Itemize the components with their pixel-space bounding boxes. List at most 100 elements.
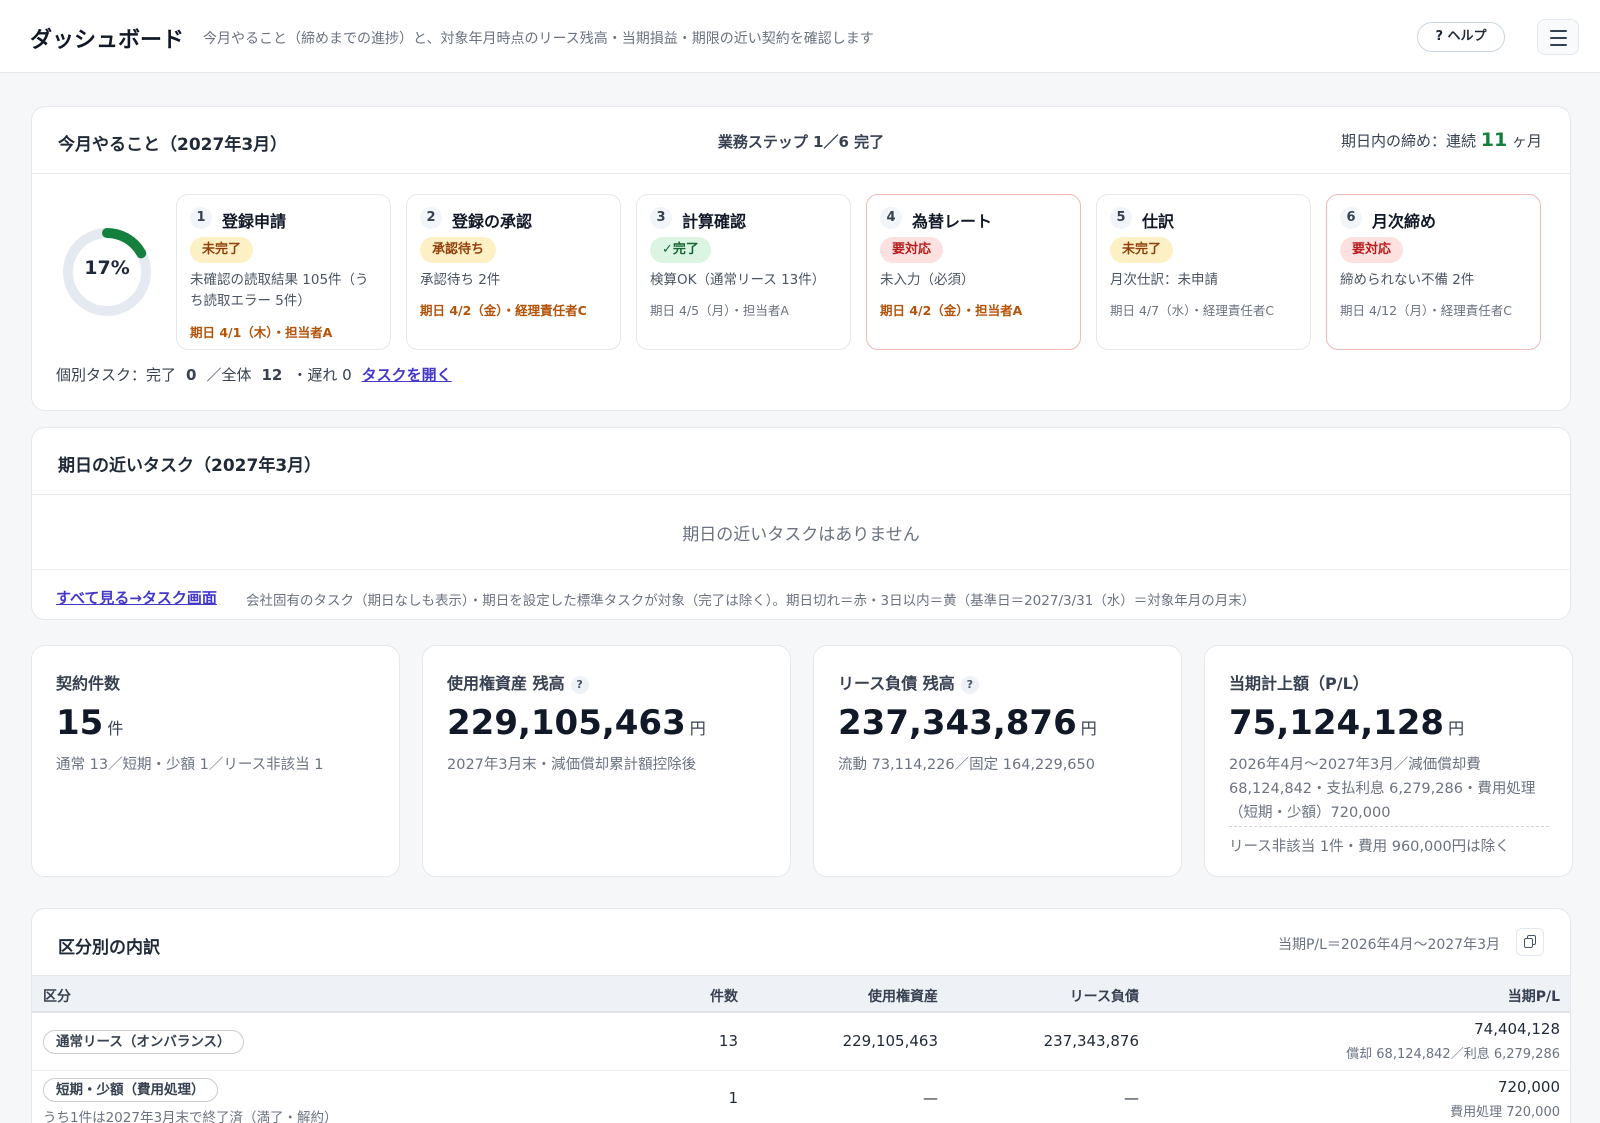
step-card-3[interactable]: 3 計算確認 ✓完了 検算OK（通常リース 13件） 期日 4/5（月）・担当者… [636, 194, 851, 350]
card-title: 期日の近いタスク（2027年3月） [58, 456, 322, 476]
help-icon[interactable]: ? [570, 676, 589, 694]
category-note: うち1件は2027年3月末で終了済（満了・解約） [43, 1110, 338, 1123]
empty-state-message: 期日の近いタスクはありません [682, 525, 920, 545]
category-pill: 短期・少額（費用処理） [43, 1078, 218, 1102]
step-description: 月次仕訳：未申請 [1110, 272, 1218, 288]
step-number: 4 [880, 207, 902, 229]
status-badge: 承認待ち [420, 237, 497, 263]
column-header-liability: リース負債 [1069, 989, 1139, 1005]
rou-cell: — [923, 1089, 938, 1107]
step-card-6[interactable]: 6 月次締め 要対応 締められない不備 2件 期日 4/12（月）・経理責任者C [1326, 194, 1541, 350]
count-cell: 1 [728, 1089, 738, 1107]
kpi-number: 15 [56, 703, 104, 743]
column-header-category: 区分 [43, 989, 71, 1005]
step-description: 承認待ち 2件 [420, 272, 501, 288]
status-badge: 要対応 [880, 237, 944, 263]
kpi-current-pl: 当期計上額（P/L） 75,124,128 円 2026年4月〜2027年3月／減… [1204, 645, 1573, 877]
step-due: 期日 4/1（木）・担当者A [190, 325, 333, 340]
kpi-label-wrap: 使用権資産 残高? [447, 670, 589, 694]
kpi-unit: 円 [689, 719, 706, 738]
kpi-number: 229,105,463 [447, 703, 686, 743]
step-number: 3 [650, 207, 672, 229]
table-row: 短期・少額（費用処理） うち1件は2027年3月末で終了済（満了・解約） 1 —… [32, 1071, 1570, 1123]
kpi-subtext: 通常 13／短期・少額 1／リース非該当 1 [56, 757, 324, 773]
progress-label: 17% [84, 257, 130, 279]
step-name: 登録の承認 [452, 212, 533, 231]
kpi-label: 契約件数 [56, 674, 121, 693]
step-description: 検算OK（通常リース 13件） [650, 272, 826, 288]
table-row: 通常リース（オンバランス） 13 229,105,463 237,343,876… [32, 1013, 1570, 1071]
task-done-count: 0 [186, 366, 197, 384]
kpi-number: 237,343,876 [838, 703, 1077, 743]
step-summary: 業務ステップ 1／6 完了 [717, 133, 885, 151]
step-name: 月次締め [1372, 212, 1437, 231]
count-cell: 13 [718, 1032, 738, 1050]
status-badge: 未完了 [1110, 237, 1174, 263]
task-total-count: 12 [261, 366, 283, 384]
step-description: 未確認の読取結果 105件（うち読取エラー 5件） [190, 272, 369, 309]
task-summary-footer: 個別タスク：完了 0 ／全体 12 ・遅れ 0 タスクを開く [56, 364, 452, 385]
copy-icon[interactable] [1516, 928, 1544, 956]
category-breakdown-card: 区分別の内訳 当期P/L＝2026年4月〜2027年3月 区分 件数 使用権資産… [31, 908, 1571, 1123]
column-header-count: 件数 [710, 989, 738, 1005]
kpi-label: リース負債 残高 [838, 674, 955, 693]
page-title: ダッシュボード [30, 28, 185, 53]
step-card-4[interactable]: 4 為替レート 要対応 未入力（必須） 期日 4/2（金）・担当者A [866, 194, 1081, 350]
upcoming-tasks-card: 期日の近いタスク（2027年3月） 期日の近いタスクはありません すべて見る→タ… [31, 427, 1571, 620]
step-card-1[interactable]: 1 登録申請 未完了 未確認の読取結果 105件（うち読取エラー 5件） 期日 … [176, 194, 391, 350]
hamburger-menu-icon[interactable] [1537, 19, 1579, 55]
step-number: 1 [190, 207, 212, 229]
upcoming-footer: すべて見る→タスク画面 会社固有のタスク（期日なしも表示）・期日を設定した標準タ… [32, 569, 1570, 621]
step-name: 仕訳 [1142, 212, 1175, 231]
kpi-number: 75,124,128 [1229, 703, 1445, 743]
task-done-prefix: 個別タスク：完了 [56, 366, 177, 384]
step-card-5[interactable]: 5 仕訳 未完了 月次仕訳：未申請 期日 4/7（水）・経理責任者C [1096, 194, 1311, 350]
pl-detail: 費用処理 720,000 [1450, 1105, 1560, 1120]
step-due: 期日 4/2（金）・担当者A [880, 303, 1023, 318]
streak-prefix: 期日内の締め：連続 [1340, 132, 1476, 150]
kpi-label: 使用権資産 残高 [447, 674, 565, 693]
pl-detail: 償却 68,124,842／利息 6,279,286 [1346, 1047, 1560, 1062]
streak-value: 11 [1480, 129, 1508, 151]
step-name: 為替レート [912, 212, 993, 231]
card-header: 期日の近いタスク（2027年3月） [32, 428, 1570, 495]
card-header: 今月やること（2027年3月） 業務ステップ 1／6 完了 期日内の締め：連続 … [32, 107, 1570, 174]
help-button[interactable]: ? ヘルプ [1417, 22, 1505, 52]
kpi-rou-asset: 使用権資産 残高? 229,105,463 円 2027年3月末・減価償却累計額控… [422, 645, 791, 877]
column-header-pl: 当期P/L [1507, 989, 1560, 1005]
kpi-subtext: 2027年3月末・減価償却累計額控除後 [447, 757, 697, 773]
step-card-2[interactable]: 2 登録の承認 承認待ち 承認待ち 2件 期日 4/2（金）・経理責任者C [406, 194, 621, 350]
step-name: 登録申請 [222, 212, 287, 231]
category-pill: 通常リース（オンバランス） [43, 1030, 244, 1054]
kpi-subtext: 2026年4月〜2027年3月／減価償却費 68,124,842・支払利息 6,… [1229, 757, 1536, 821]
monthly-tasks-card: 今月やること（2027年3月） 業務ステップ 1／6 完了 期日内の締め：連続 … [31, 106, 1571, 411]
table-header: 区分 件数 使用権資産 リース負債 当期P/L [32, 975, 1570, 1013]
help-icon[interactable]: ? [960, 676, 979, 694]
liability-cell: 237,343,876 [1043, 1032, 1139, 1050]
status-badge: 要対応 [1340, 237, 1404, 263]
liability-cell: — [1124, 1089, 1139, 1107]
open-tasks-link[interactable]: タスクを開く [362, 366, 452, 384]
kpi-exclusion-note: リース非該当 1件・費用 960,000円は除く [1229, 826, 1549, 856]
kpi-label: 当期計上額（P/L） [1229, 674, 1369, 693]
task-late-count: ・遅れ 0 [292, 366, 352, 384]
step-due: 期日 4/12（月）・経理責任者C [1340, 303, 1513, 318]
streak-suffix: ヶ月 [1511, 132, 1542, 150]
kpi-label-wrap: リース負債 残高? [838, 670, 979, 694]
view-all-tasks-link[interactable]: すべて見る→タスク画面 [56, 587, 217, 608]
column-header-rou: 使用権資産 [868, 989, 938, 1005]
kpi-value: 75,124,128 円 [1229, 703, 1464, 743]
status-badge: 未完了 [190, 237, 254, 263]
page-subtitle: 今月やること（締めまでの進捗）と、対象年月時点のリース残高・当期損益・期限の近い… [203, 31, 874, 47]
kpi-unit: 円 [1080, 719, 1097, 738]
kpi-contract-count: 契約件数 15 件 通常 13／短期・少額 1／リース非該当 1 [31, 645, 400, 877]
streak-indicator: 期日内の締め：連続 11 ヶ月 [1341, 129, 1542, 151]
step-name: 計算確認 [682, 212, 747, 231]
pl-cell: 720,000 [1497, 1078, 1560, 1096]
pl-cell: 74,404,128 [1474, 1020, 1560, 1038]
kpi-unit: 件 [107, 719, 124, 738]
step-due: 期日 4/2（金）・経理責任者C [420, 303, 587, 318]
kpi-unit: 円 [1448, 719, 1465, 738]
step-due: 期日 4/5（月）・担当者A [650, 303, 789, 318]
step-number: 2 [420, 207, 442, 229]
